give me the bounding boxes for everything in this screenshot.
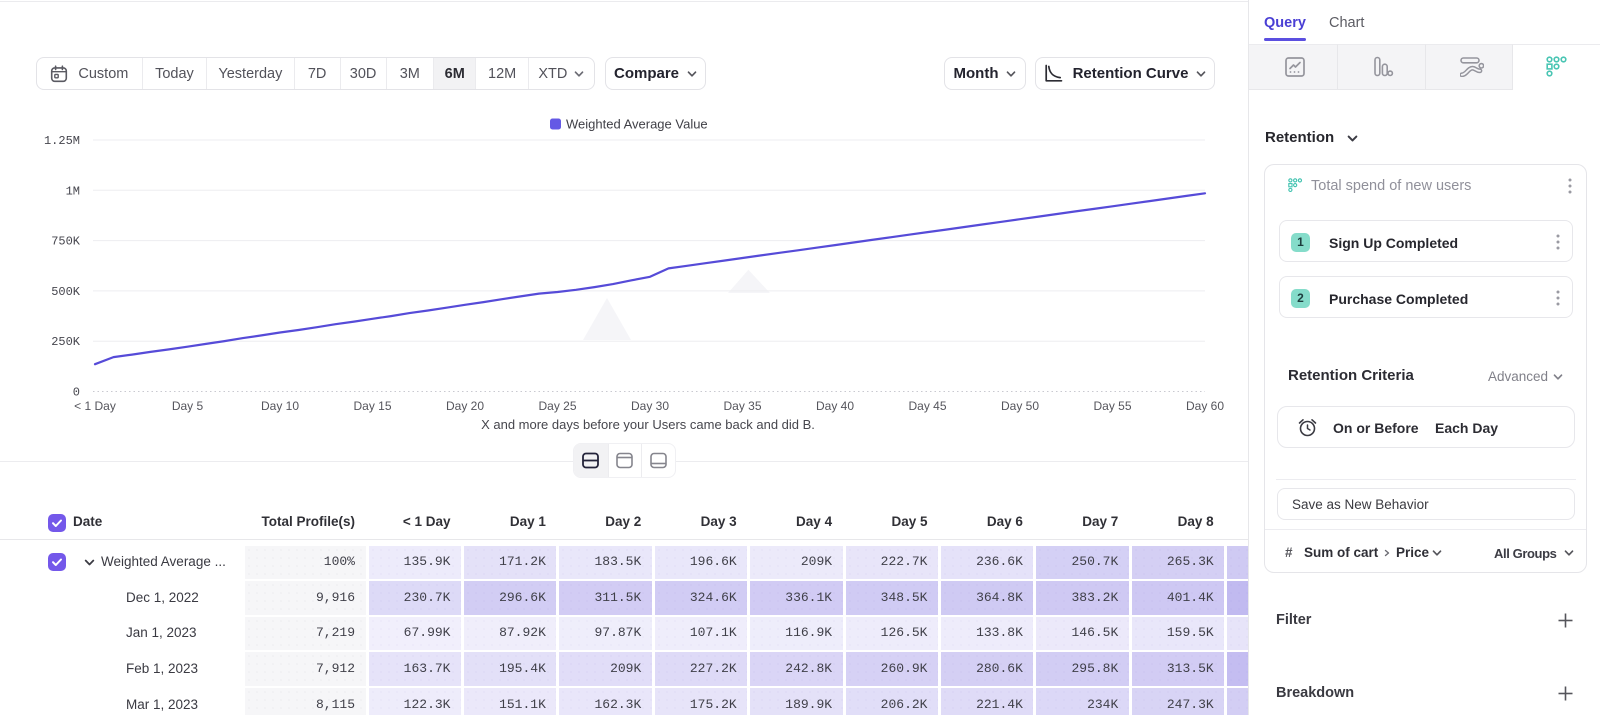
svg-text:Day 15: Day 15 xyxy=(353,399,391,413)
svg-text:Weighted Average Value: Weighted Average Value xyxy=(566,117,708,132)
svg-text:Day 35: Day 35 xyxy=(723,399,761,413)
svg-text:0: 0 xyxy=(73,386,80,400)
svg-text:Day 25: Day 25 xyxy=(538,399,576,413)
svg-text:< 1 Day: < 1 Day xyxy=(74,399,116,413)
svg-text:Day 60: Day 60 xyxy=(1186,399,1224,413)
svg-text:Day 20: Day 20 xyxy=(446,399,484,413)
svg-text:1M: 1M xyxy=(66,184,80,198)
svg-text:X and more days before your Us: X and more days before your Users came b… xyxy=(481,417,815,432)
svg-text:1.25M: 1.25M xyxy=(44,134,80,148)
svg-text:Day 45: Day 45 xyxy=(908,399,946,413)
svg-text:500K: 500K xyxy=(51,285,81,299)
svg-text:750K: 750K xyxy=(51,235,81,249)
svg-text:Day 10: Day 10 xyxy=(261,399,299,413)
svg-text:Day 40: Day 40 xyxy=(816,399,854,413)
svg-text:250K: 250K xyxy=(51,335,81,349)
svg-text:Day 5: Day 5 xyxy=(172,399,204,413)
svg-text:Day 30: Day 30 xyxy=(631,399,669,413)
svg-text:Day 55: Day 55 xyxy=(1093,399,1131,413)
svg-text:Day 50: Day 50 xyxy=(1001,399,1039,413)
